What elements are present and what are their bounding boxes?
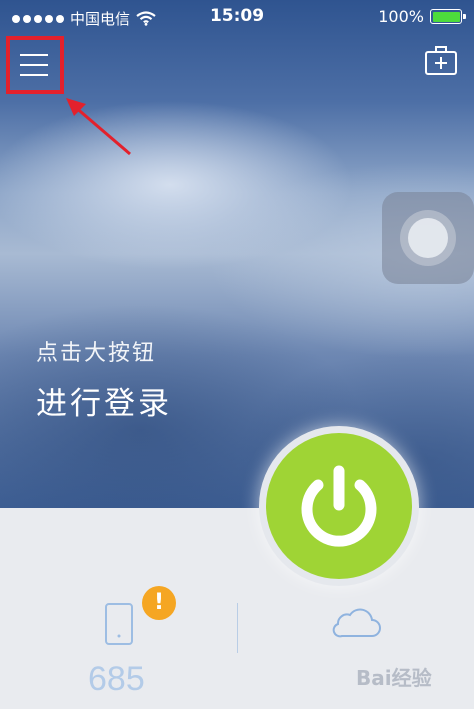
medical-kit-icon[interactable]: [424, 44, 458, 76]
hero-background: 中国电信 15:09 100% 点击大按钮 进行登录: [0, 0, 474, 508]
login-hint-line1: 点击大按钮: [36, 341, 157, 366]
cloud-icon[interactable]: [330, 604, 382, 640]
menu-button[interactable]: [6, 36, 64, 94]
battery-group: 100%: [378, 7, 466, 26]
menu-icon-line: [20, 64, 48, 66]
menu-icon-line: [20, 74, 48, 76]
battery-percent: 100%: [378, 7, 424, 26]
battery-icon: [430, 9, 466, 24]
power-button[interactable]: [266, 433, 412, 579]
menu-icon: [20, 54, 48, 56]
power-button-ring[interactable]: [259, 426, 419, 586]
status-bar: 中国电信 15:09 100%: [0, 0, 474, 34]
watermark: Bai经验: [356, 666, 432, 690]
phone-icon[interactable]: [102, 602, 136, 646]
login-hint-line2: 进行登录: [36, 386, 172, 422]
device-count: 685: [88, 660, 145, 698]
annotation-arrow-icon: [66, 98, 131, 156]
assistive-touch-icon[interactable]: [382, 192, 474, 284]
power-icon: [301, 465, 377, 547]
footer-divider: [237, 603, 238, 653]
warning-badge[interactable]: !: [142, 586, 176, 620]
